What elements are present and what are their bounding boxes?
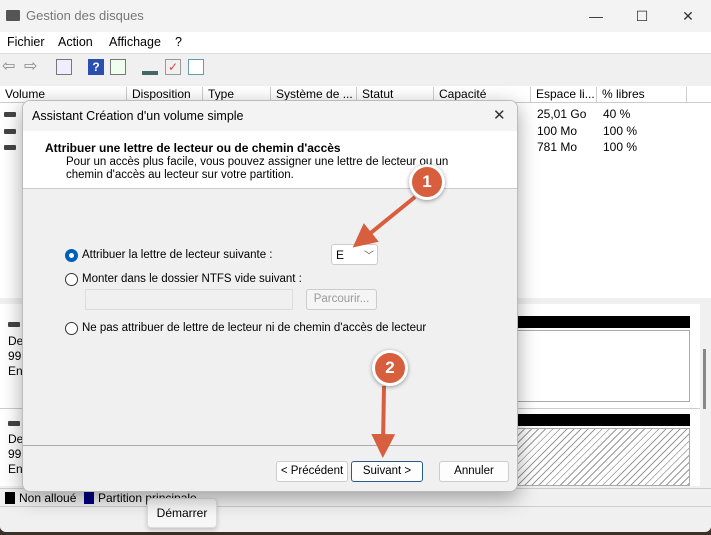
annotation-arrows bbox=[352, 195, 417, 458]
annotation-marker-2: 2 bbox=[372, 350, 408, 386]
annotation-arrow-1 bbox=[352, 195, 417, 248]
annotation-arrow-2 bbox=[371, 385, 396, 458]
annotation-marker-1: 1 bbox=[409, 164, 445, 200]
